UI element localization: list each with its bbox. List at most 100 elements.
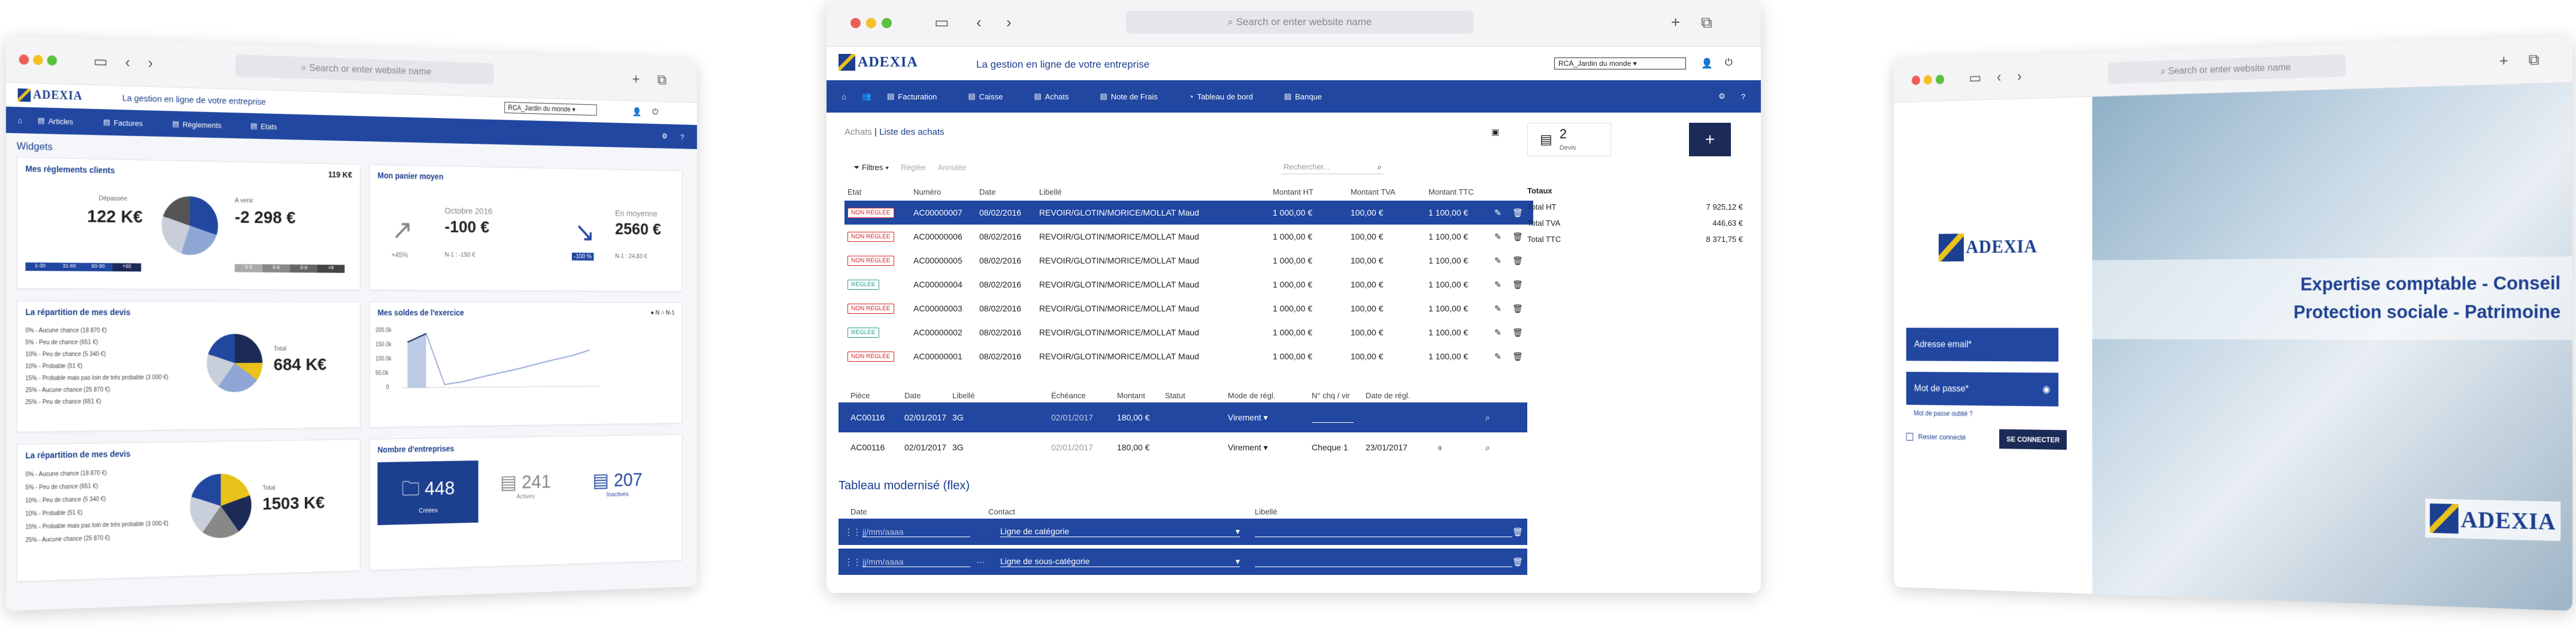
- nav-facturation[interactable]: ▤ Facturation: [887, 92, 952, 101]
- power-icon[interactable]: ⏻: [652, 107, 658, 117]
- login-button[interactable]: SE CONNECTER: [1999, 429, 2067, 450]
- nav-tableau-de-bord[interactable]: ◔ Tableau de bord: [1189, 92, 1269, 101]
- nav-etats[interactable]: ▤ Etats: [250, 121, 291, 131]
- libelle-input[interactable]: [1255, 556, 1512, 567]
- edit-icon[interactable]: ✎: [1494, 232, 1502, 242]
- users-icon[interactable]: 👥: [862, 92, 871, 101]
- user-icon[interactable]: 👤: [1701, 57, 1713, 69]
- drag-handle-icon[interactable]: ⋮⋮: [844, 557, 861, 567]
- remember-checkbox[interactable]: [1906, 432, 1914, 440]
- nav-note-de-frais[interactable]: ▤ Note de Frais: [1100, 92, 1173, 101]
- mode-select[interactable]: Virement ▾: [1228, 443, 1268, 453]
- flex-row[interactable]: ⋮⋮ jj/mm/aaaa Ligne de catégorie ▾ 🗑: [839, 519, 1527, 545]
- back-icon[interactable]: ‹: [1997, 68, 2001, 85]
- back-icon[interactable]: ‹: [125, 53, 130, 71]
- filter-annulee[interactable]: Annulée: [938, 163, 967, 172]
- mode-select[interactable]: Virement ▾: [1228, 413, 1268, 423]
- date-input[interactable]: jj/mm/aaaa: [862, 527, 970, 537]
- settings-icon[interactable]: ⚙: [662, 132, 668, 141]
- table-row[interactable]: NON RÉGLÉE AC00000006 08/02/2016 REVOIR/GLO…: [844, 225, 1533, 249]
- address-bar[interactable]: ⌕ Search or enter website name: [2108, 54, 2346, 84]
- tabs-icon[interactable]: ⧉: [1701, 13, 1712, 31]
- trash-icon[interactable]: 🗑: [1512, 304, 1523, 314]
- attach-icon[interactable]: ⌽: [1437, 443, 1442, 453]
- minimize-dot[interactable]: [33, 54, 43, 65]
- table-row[interactable]: RÉGLÉE AC00000002 08/02/2016 REVOIR/GLOTIN/…: [844, 320, 1533, 344]
- eye-off-icon[interactable]: ◉: [2042, 373, 2050, 406]
- forward-icon[interactable]: ›: [148, 54, 153, 72]
- close-dot[interactable]: [1912, 75, 1920, 85]
- new-tab-icon[interactable]: +: [2499, 52, 2508, 69]
- devis-counter[interactable]: ▤ 2 Devis: [1527, 123, 1611, 156]
- tabs-icon[interactable]: ⧉: [2529, 50, 2539, 68]
- address-bar[interactable]: ⌕ Search or enter website name: [235, 54, 494, 84]
- table-row[interactable]: NON RÉGLÉE AC00000001 08/02/2016 REVOIR/GLO…: [844, 344, 1533, 368]
- add-button[interactable]: +: [1689, 123, 1731, 156]
- maximize-dot[interactable]: [47, 55, 57, 65]
- search-icon[interactable]: ⌕: [1485, 413, 1490, 423]
- filter-button[interactable]: ⏷ Filtres ▾: [853, 163, 889, 172]
- drag-handle-icon[interactable]: ⋮⋮: [844, 527, 861, 537]
- nav-articles[interactable]: ▤ Articles: [38, 116, 88, 126]
- address-bar[interactable]: ⌕ Search or enter website name: [1126, 11, 1473, 34]
- nav-factures[interactable]: ▤ Factures: [103, 117, 158, 128]
- table-row[interactable]: RÉGLÉE AC00000004 08/02/2016 REVOIR/GLOTIN/…: [844, 272, 1533, 296]
- export-icon[interactable]: ▣: [1491, 127, 1499, 137]
- edit-icon[interactable]: ✎: [1494, 208, 1502, 218]
- home-icon[interactable]: ⌂: [18, 116, 23, 125]
- maximize-dot[interactable]: [882, 18, 892, 28]
- forward-icon[interactable]: ›: [1006, 13, 1012, 31]
- close-dot[interactable]: [19, 54, 29, 65]
- user-icon[interactable]: 👤: [632, 107, 642, 117]
- close-dot[interactable]: [850, 18, 861, 28]
- table-row[interactable]: NON RÉGLÉE AC00000005 08/02/2016 REVOIR/GLO…: [844, 249, 1533, 272]
- trash-icon[interactable]: 🗑: [1512, 256, 1523, 266]
- more-icon[interactable]: ···: [976, 557, 985, 567]
- cheque-field[interactable]: [1312, 412, 1354, 423]
- sidebar-icon[interactable]: ▭: [93, 52, 108, 70]
- nav-achats[interactable]: ▤ Achats: [1034, 92, 1084, 101]
- password-field[interactable]: Mot de passe* ◉: [1906, 372, 2059, 407]
- creees-tile[interactable]: 🗀 448 Créées: [377, 461, 478, 525]
- trash-icon[interactable]: 🗑: [1512, 352, 1523, 362]
- search-icon[interactable]: ⌕: [1485, 443, 1490, 453]
- company-select[interactable]: RCA_Jardin du monde ▾: [1554, 57, 1686, 69]
- help-icon[interactable]: ?: [1741, 92, 1745, 101]
- contact-select[interactable]: Ligne de catégorie ▾: [1000, 526, 1240, 537]
- piece-row-selected[interactable]: AC00116 02/01/2017 3G 02/01/2017 180,00 € Vir…: [839, 402, 1527, 432]
- back-icon[interactable]: ‹: [976, 13, 982, 31]
- table-row[interactable]: NON RÉGLÉE AC00000003 08/02/2016 REVOIR/GLO…: [844, 296, 1533, 320]
- flex-row[interactable]: ⋮⋮ jj/mm/aaaa ··· Ligne de sous-catégorie ▾ 🗑: [839, 549, 1527, 575]
- settings-icon[interactable]: ⚙: [1718, 92, 1726, 101]
- trash-icon[interactable]: 🗑: [1512, 557, 1523, 567]
- search-input[interactable]: Rechercher... ⌕: [1282, 160, 1384, 174]
- trash-icon[interactable]: 🗑: [1512, 232, 1523, 242]
- company-select[interactable]: RCA_Jardin du monde ▾: [504, 102, 597, 116]
- trash-icon[interactable]: 🗑: [1512, 208, 1523, 218]
- table-row[interactable]: NON RÉGLÉE AC00000007 08/02/2016 REVOIR/GLO…: [844, 201, 1533, 225]
- libelle-input[interactable]: [1255, 526, 1512, 537]
- sidebar-icon[interactable]: ▭: [1969, 69, 1981, 86]
- tabs-icon[interactable]: ⧉: [657, 71, 666, 88]
- sidebar-icon[interactable]: ▭: [934, 13, 949, 31]
- new-tab-icon[interactable]: +: [632, 70, 640, 87]
- edit-icon[interactable]: ✎: [1494, 280, 1502, 290]
- minimize-dot[interactable]: [1924, 75, 1932, 84]
- remember-me[interactable]: Rester connecté: [1906, 432, 1966, 441]
- filter-reglee[interactable]: Réglée: [901, 163, 925, 172]
- actives-tile[interactable]: ▤ 241 Actives: [487, 470, 564, 501]
- breadcrumb-root[interactable]: Achats: [844, 127, 872, 137]
- maximize-dot[interactable]: [1936, 75, 1944, 84]
- edit-icon[interactable]: ✎: [1494, 256, 1502, 266]
- email-field[interactable]: Adresse email*: [1906, 328, 2059, 361]
- edit-icon[interactable]: ✎: [1494, 328, 1502, 338]
- trash-icon[interactable]: 🗑: [1512, 527, 1523, 537]
- power-icon[interactable]: ⏻: [1725, 57, 1733, 68]
- home-icon[interactable]: ⌂: [841, 92, 846, 101]
- edit-icon[interactable]: ✎: [1494, 304, 1502, 314]
- nav-banque[interactable]: ▤ Banque: [1284, 92, 1337, 101]
- minimize-dot[interactable]: [866, 18, 876, 28]
- nav-caisse[interactable]: ▤ Caisse: [968, 92, 1018, 101]
- help-icon[interactable]: ?: [680, 132, 684, 141]
- edit-icon[interactable]: ✎: [1494, 352, 1502, 362]
